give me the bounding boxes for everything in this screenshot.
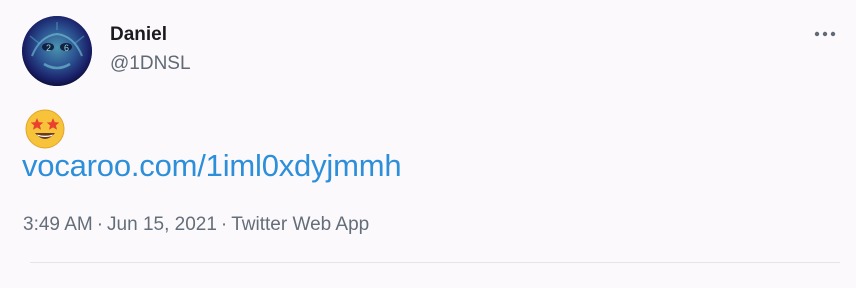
tweet-card: 2 6 Daniel @1DNSL vocaroo.com/1iml0xdyjm… — [0, 0, 856, 288]
tweet-date[interactable]: Jun 15, 2021 — [107, 214, 217, 235]
svg-text:2: 2 — [46, 43, 51, 53]
divider — [30, 262, 840, 263]
tweet-link[interactable]: vocaroo.com/1iml0xdyjmmh — [22, 148, 402, 184]
separator: · — [220, 214, 228, 235]
author-handle[interactable]: @1DNSL — [110, 53, 191, 75]
more-options-icon[interactable] — [812, 24, 838, 44]
tweet-source[interactable]: Twitter Web App — [231, 214, 369, 235]
star-struck-emoji-icon — [24, 108, 66, 150]
avatar-image: 2 6 — [22, 16, 92, 86]
tweet-metadata: 3:49 AM · Jun 15, 2021 · Twitter Web App — [23, 214, 369, 236]
author-name[interactable]: Daniel — [110, 24, 167, 46]
author-avatar[interactable]: 2 6 — [22, 16, 92, 86]
tweet-time[interactable]: 3:49 AM — [23, 214, 93, 235]
separator: · — [96, 214, 104, 235]
svg-text:6: 6 — [64, 43, 69, 53]
